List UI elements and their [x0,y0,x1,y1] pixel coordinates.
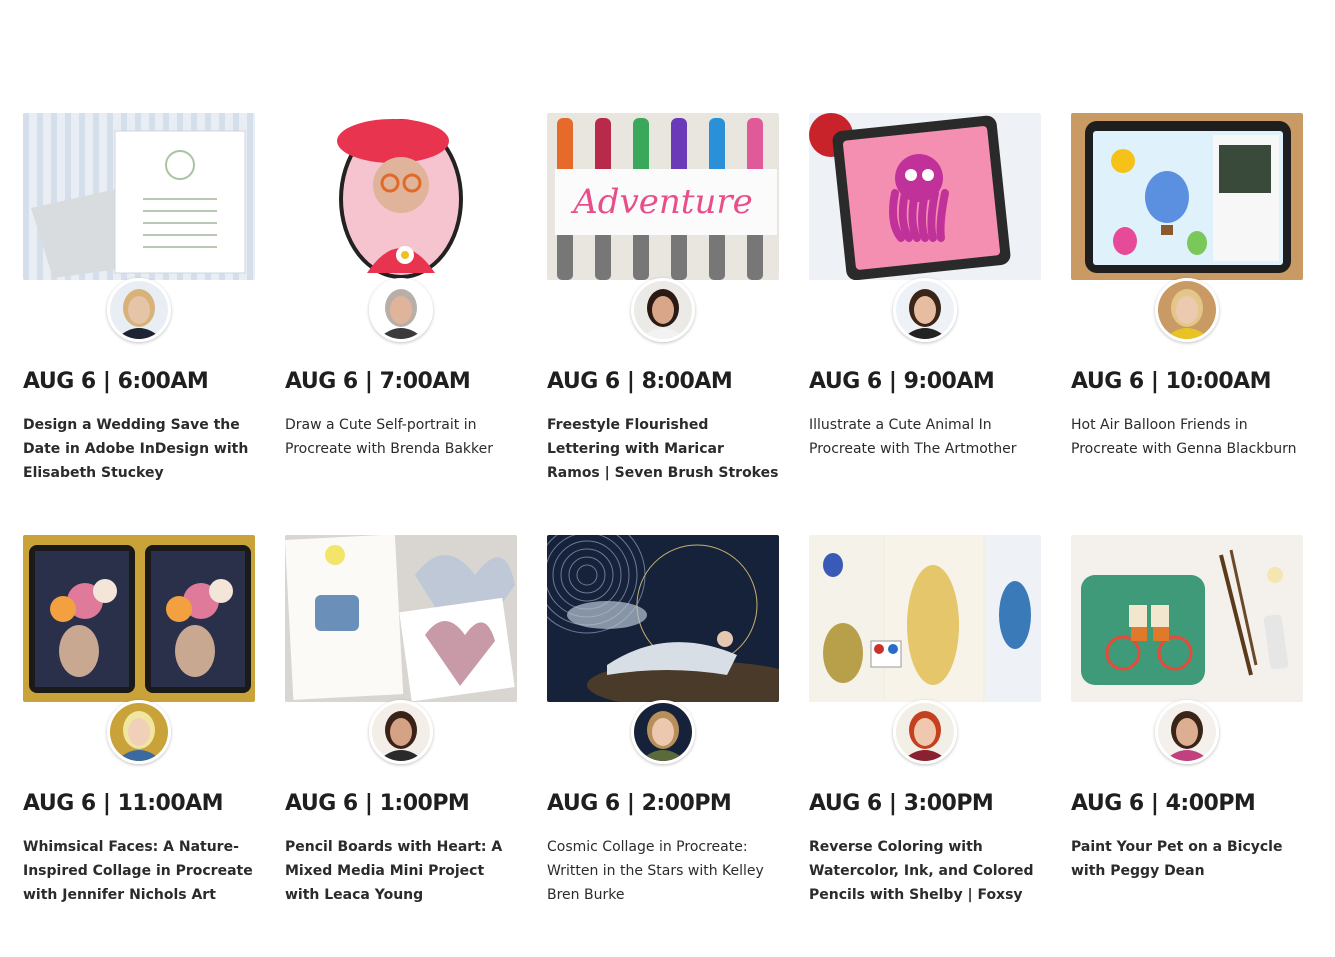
octopus-tablet-icon[interactable] [809,113,1041,280]
class-title-link[interactable]: Reverse Coloring with Watercolor, Ink, a… [809,835,1041,907]
class-card[interactable]: AUG 6 | 3:00PM Reverse Coloring with Wate… [809,535,1041,957]
floral-collage-tablets-icon[interactable] [23,535,255,702]
class-datetime: AUG 6 | 7:00AM [285,369,471,394]
class-card[interactable]: AUG 6 | 9:00AM Illustrate a Cute Animal I… [809,113,1041,535]
class-title-link[interactable]: Paint Your Pet on a Bicycle with Peggy D… [1071,835,1303,883]
instructor-avatar[interactable] [631,700,695,764]
class-datetime: AUG 6 | 9:00AM [809,369,995,394]
class-card[interactable]: AUG 6 | 2:00PM Cosmic Collage in Procreat… [547,535,779,957]
class-title-link[interactable]: Cosmic Collage in Procreate: Written in … [547,835,779,907]
class-title-link[interactable]: Whimsical Faces: A Nature-Inspired Colla… [23,835,255,907]
class-title-link[interactable]: Pencil Boards with Heart: A Mixed Media … [285,835,517,907]
class-title-link[interactable]: Illustrate a Cute Animal In Procreate wi… [809,413,1041,461]
class-datetime: AUG 6 | 2:00PM [547,791,732,816]
wedding-invitation-icon[interactable] [23,113,255,280]
instructor-avatar[interactable] [893,278,957,342]
class-datetime: AUG 6 | 8:00AM [547,369,733,394]
pet-bicycle-painting-icon[interactable] [1071,535,1303,702]
class-card[interactable]: AUG 6 | 6:00AM Design a Wedding Save the … [23,113,255,535]
cosmic-collage-icon[interactable] [547,535,779,702]
class-title-link[interactable]: Freestyle Flourished Lettering with Mari… [547,413,779,485]
class-title-link[interactable]: Design a Wedding Save the Date in Adobe … [23,413,255,485]
class-datetime: AUG 6 | 4:00PM [1071,791,1256,816]
instructor-avatar[interactable] [369,700,433,764]
class-datetime: AUG 6 | 1:00PM [285,791,470,816]
class-card[interactable]: AUG 6 | 4:00PM Paint Your Pet on a Bicycl… [1071,535,1303,957]
watercolor-sketchbook-icon[interactable] [809,535,1041,702]
cartoon-portrait-icon[interactable] [285,113,517,280]
instructor-avatar[interactable] [369,278,433,342]
class-card[interactable]: AUG 6 | 10:00AM Hot Air Balloon Friends i… [1071,113,1303,535]
class-card[interactable]: AUG 6 | 11:00AM Whimsical Faces: A Nature… [23,535,255,957]
class-datetime: AUG 6 | 11:00AM [23,791,224,816]
class-datetime: AUG 6 | 6:00AM [23,369,209,394]
lettering-markers-icon[interactable]: Adventure [547,113,779,280]
class-card[interactable]: Adventure AUG 6 | 8:00AM Freestyle Flouris… [547,113,779,535]
class-datetime: AUG 6 | 10:00AM [1071,369,1272,394]
svg-text:Adventure: Adventure [570,182,752,222]
balloon-tablet-icon[interactable] [1071,113,1303,280]
class-schedule-grid: AUG 6 | 6:00AM Design a Wedding Save the … [23,113,1303,957]
instructor-avatar[interactable] [107,700,171,764]
class-datetime: AUG 6 | 3:00PM [809,791,994,816]
class-title-link[interactable]: Hot Air Balloon Friends in Procreate wit… [1071,413,1303,461]
instructor-avatar[interactable] [107,278,171,342]
class-card[interactable]: AUG 6 | 7:00AM Draw a Cute Self-portrait … [285,113,517,535]
class-title-link[interactable]: Draw a Cute Self-portrait in Procreate w… [285,413,517,461]
instructor-avatar[interactable] [631,278,695,342]
instructor-avatar[interactable] [1155,700,1219,764]
instructor-avatar[interactable] [1155,278,1219,342]
class-card[interactable]: AUG 6 | 1:00PM Pencil Boards with Heart: … [285,535,517,957]
instructor-avatar[interactable] [893,700,957,764]
mixed-media-journal-icon[interactable] [285,535,517,702]
